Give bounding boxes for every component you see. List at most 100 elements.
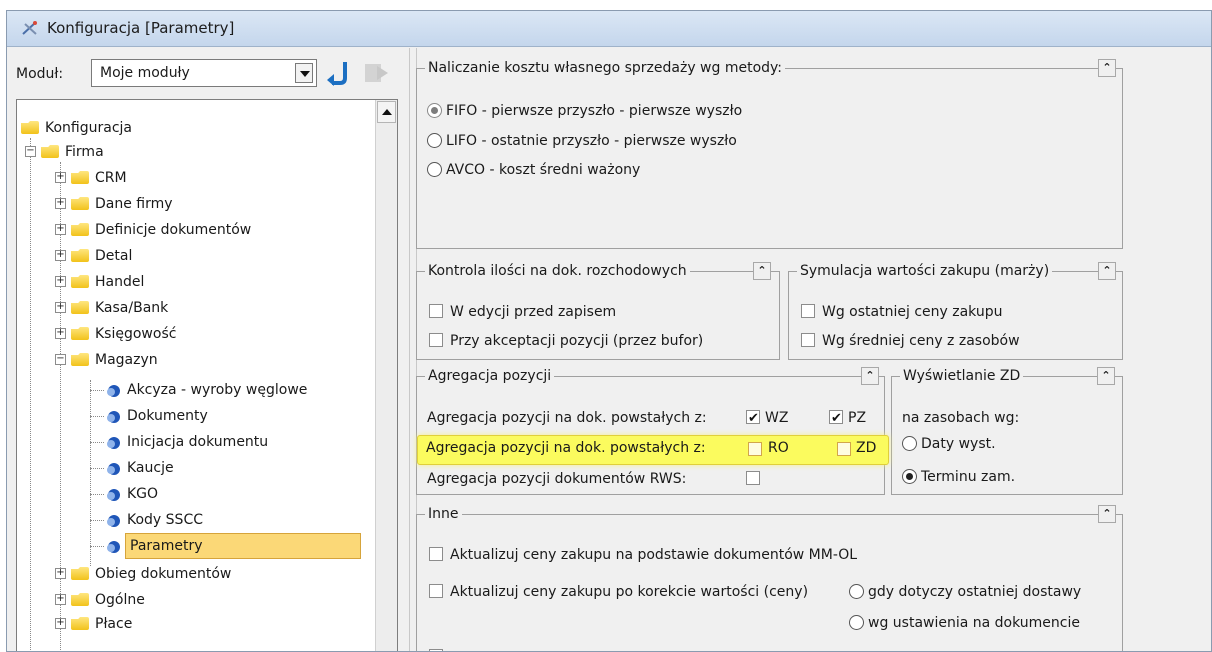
folder-icon bbox=[71, 567, 89, 580]
expand-icon[interactable]: + bbox=[55, 172, 66, 183]
expand-icon[interactable]: + bbox=[55, 224, 66, 235]
title-bar: Konfiguracja [Parametry] bbox=[7, 11, 1211, 47]
parameter-leaf-icon bbox=[107, 437, 120, 449]
radio-fifo[interactable] bbox=[427, 103, 442, 118]
option-label: Terminu zam. bbox=[921, 469, 1016, 485]
parameter-leaf-icon bbox=[107, 489, 120, 501]
checkbox[interactable] bbox=[801, 304, 815, 318]
configuration-window: Konfiguracja [Parametry] Moduł: Moje mod… bbox=[6, 10, 1212, 652]
radio-avco[interactable] bbox=[427, 162, 442, 177]
collapse-up-icon[interactable]: ⌃ bbox=[1097, 367, 1115, 385]
folder-icon bbox=[71, 249, 89, 262]
aggregation-title: Agregacja pozycji bbox=[425, 368, 555, 384]
purchase-simulation-group: Symulacja wartości zakupu (marży) ⌃ Wg o… bbox=[788, 262, 1123, 360]
other-title: Inne bbox=[425, 506, 462, 522]
checkbox[interactable] bbox=[801, 333, 815, 347]
module-dropdown[interactable]: Moje moduły bbox=[91, 59, 317, 87]
checkbox-rws[interactable] bbox=[746, 471, 760, 485]
checkbox-pz[interactable] bbox=[829, 408, 843, 430]
radio-ostatniej-dostawy[interactable] bbox=[849, 584, 864, 599]
radio-daty[interactable] bbox=[902, 436, 917, 451]
expand-icon[interactable]: + bbox=[55, 328, 66, 339]
tree-node-label: Firma bbox=[65, 144, 104, 160]
option-label: Wg średniej ceny z zasobów bbox=[822, 333, 1020, 349]
tree-node-label: Inicjacja dokumentu bbox=[127, 434, 269, 450]
tree-node-label: Detal bbox=[95, 248, 133, 264]
check-korekta[interactable]: Aktualizuj ceny zakupu po korekcie warto… bbox=[429, 581, 1119, 603]
expand-icon[interactable]: + bbox=[55, 198, 66, 209]
tree-guide-line bbox=[30, 138, 31, 651]
folder-icon bbox=[71, 617, 89, 630]
navigation-pane: Moduł: Moje moduły Konfiguracja − Firma … bbox=[7, 48, 407, 651]
parameter-leaf-icon bbox=[107, 411, 120, 423]
checkbox[interactable] bbox=[429, 333, 443, 347]
option-label: FIFO - pierwsze przyszło - pierwsze wysz… bbox=[446, 103, 743, 119]
tree-node-label: Definicje dokumentów bbox=[95, 222, 252, 238]
option-label: Przy akceptacji pozycji (przez bufor) bbox=[450, 333, 704, 349]
radio-lifo[interactable] bbox=[427, 133, 442, 148]
tree-node-label: Akcyza - wyroby węglowe bbox=[127, 382, 308, 398]
folder-icon bbox=[71, 327, 89, 340]
option-label: gdy dotyczy ostatniej dostawy bbox=[868, 584, 1082, 600]
expand-icon[interactable]: + bbox=[55, 568, 66, 579]
folder-icon bbox=[21, 121, 39, 134]
radio-terminu[interactable] bbox=[902, 469, 917, 484]
tree-scrollbar[interactable] bbox=[375, 100, 397, 651]
checkbox[interactable] bbox=[429, 547, 443, 561]
collapse-up-icon[interactable]: ⌃ bbox=[1098, 262, 1116, 280]
checkbox[interactable] bbox=[429, 584, 443, 598]
collapse-up-icon[interactable]: ⌃ bbox=[861, 367, 879, 385]
zd-display-title: Wyświetlanie ZD bbox=[900, 368, 1024, 384]
chevron-down-icon[interactable] bbox=[295, 63, 313, 83]
wz-label: WZ bbox=[765, 410, 789, 426]
tree-connector bbox=[90, 546, 104, 547]
expand-icon[interactable]: + bbox=[55, 618, 66, 629]
expand-icon[interactable]: + bbox=[55, 302, 66, 313]
aggregation-row-wz-pz: Agregacja pozycji na dok. powstałych z: … bbox=[427, 407, 877, 430]
collapse-up-icon[interactable]: ⌃ bbox=[1098, 505, 1116, 523]
option-label: Agregacja pozycji na dok. powstałych z: bbox=[426, 440, 706, 456]
parameter-leaf-icon bbox=[107, 385, 120, 397]
checkbox-zd[interactable] bbox=[837, 442, 851, 456]
configuration-app-icon bbox=[22, 21, 37, 35]
option-label: Daty wyst. bbox=[921, 436, 996, 452]
forward-arrow-icon[interactable] bbox=[361, 58, 391, 88]
aggregation-row-rws: Agregacja pozycji dokumentów RWS: bbox=[427, 468, 877, 490]
option-label: Agregacja pozycji na dok. powstałych z: bbox=[427, 410, 707, 426]
checkbox-ro[interactable] bbox=[748, 442, 762, 456]
folder-icon bbox=[71, 353, 89, 366]
expand-icon[interactable]: + bbox=[55, 594, 66, 605]
expand-icon[interactable]: + bbox=[55, 250, 66, 261]
checkbox-wz[interactable] bbox=[746, 408, 760, 430]
folder-icon bbox=[71, 593, 89, 606]
configuration-tree[interactable]: Konfiguracja − Firma + CRM + Dane firmy … bbox=[16, 99, 398, 651]
pz-label: PZ bbox=[848, 410, 867, 426]
scroll-up-icon[interactable] bbox=[377, 101, 396, 123]
parameter-leaf-icon bbox=[107, 541, 120, 553]
collapse-up-icon[interactable]: ⌃ bbox=[753, 262, 771, 280]
tree-node-label: Ogólne bbox=[95, 592, 145, 608]
tree-node-label: Kasa/Bank bbox=[95, 300, 169, 316]
expand-icon[interactable]: + bbox=[55, 276, 66, 287]
option-label: Agregacja pozycji dokumentów RWS: bbox=[427, 471, 687, 487]
collapse-icon[interactable]: − bbox=[55, 354, 66, 365]
window-title: Konfiguracja [Parametry] bbox=[47, 19, 235, 37]
collapse-up-icon[interactable]: ⌃ bbox=[1098, 59, 1116, 77]
cost-method-title: Naliczanie kosztu własnego sprzedaży wg … bbox=[425, 60, 786, 76]
tree-connector bbox=[90, 520, 104, 521]
option-label: AVCO - koszt średni ważony bbox=[446, 162, 641, 178]
radio-wg-ustawienia[interactable] bbox=[849, 615, 864, 630]
tree-connector bbox=[90, 416, 104, 417]
folder-icon bbox=[71, 223, 89, 236]
other-group: Inne ⌃ Aktualizuj ceny zakupu na podstaw… bbox=[416, 505, 1123, 651]
module-label: Moduł: bbox=[16, 66, 64, 82]
back-arrow-icon[interactable] bbox=[323, 58, 353, 88]
tree-node-label: Dokumenty bbox=[127, 408, 208, 424]
quantity-control-title: Kontrola ilości na dok. rozchodowych bbox=[425, 263, 690, 279]
option-label: wg ustawienia na dokumencie bbox=[868, 615, 1080, 631]
tree-connector bbox=[90, 390, 104, 391]
checkbox[interactable] bbox=[429, 304, 443, 318]
parameter-leaf-icon bbox=[107, 515, 120, 527]
ro-label: RO bbox=[768, 440, 789, 456]
collapse-icon[interactable]: − bbox=[25, 146, 36, 157]
